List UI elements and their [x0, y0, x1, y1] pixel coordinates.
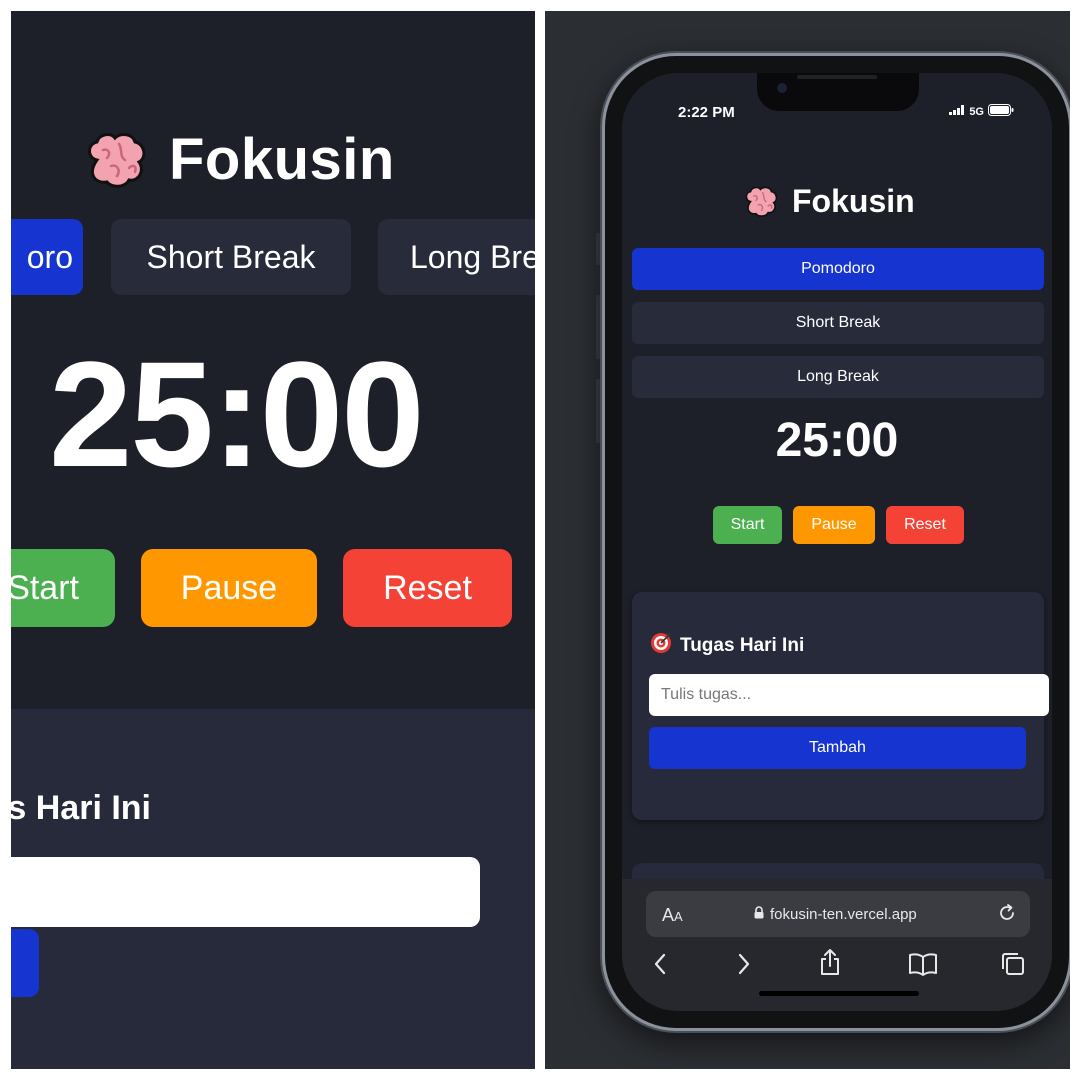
text-size-button[interactable]: AA — [662, 905, 683, 926]
phone-mockup-panel: 2:22 PM 5G Fokusin Pomodoro Short Break … — [545, 11, 1070, 1069]
url-text: fokusin-ten.vercel.app — [770, 906, 917, 923]
share-icon[interactable] — [818, 947, 842, 982]
timer-display: 25:00 — [775, 414, 899, 467]
tab-long-break-label: Long Bre — [410, 238, 535, 275]
address-bar[interactable]: AA fokusin-ten.vercel.app — [646, 891, 1030, 937]
reload-icon[interactable] — [996, 902, 1018, 929]
status-time: 2:22 PM — [678, 104, 735, 121]
task-input[interactable] — [11, 857, 480, 927]
status-bar: 2:22 PM 5G — [622, 73, 1052, 149]
task-title-clip: Tugas Hari Ini — [11, 789, 211, 833]
battery-icon — [988, 104, 1014, 119]
start-button[interactable]: Start — [713, 506, 782, 544]
phone-screen: 2:22 PM 5G Fokusin Pomodoro Short Break … — [622, 73, 1052, 1011]
url-display: fokusin-ten.vercel.app — [754, 906, 917, 923]
back-icon[interactable] — [652, 951, 668, 982]
speaker-grille — [797, 75, 877, 79]
phone-frame: 2:22 PM 5G Fokusin Pomodoro Short Break … — [602, 53, 1070, 1031]
start-button[interactable]: Start — [11, 549, 115, 627]
home-indicator — [759, 991, 919, 996]
status-icons: 5G — [949, 104, 1014, 119]
signal-icon — [949, 105, 965, 118]
brain-icon — [83, 130, 149, 188]
tabs-icon[interactable] — [1000, 951, 1026, 982]
zoomed-view: Fokusin oro Short Break Long Bre 25:00 S… — [11, 11, 535, 1069]
pause-button[interactable]: Pause — [141, 549, 317, 627]
add-task-button[interactable]: Tambah — [649, 727, 1026, 769]
tab-long-break[interactable]: Long Bre — [378, 219, 535, 295]
timer-display: 25:00 — [49, 330, 425, 498]
task-input[interactable] — [649, 674, 1049, 716]
tab-long-break[interactable]: Long Break — [632, 356, 1044, 398]
task-title: Tugas Hari Ini — [11, 789, 151, 827]
camera-icon — [777, 83, 787, 93]
add-task-button[interactable] — [11, 929, 39, 997]
app-title: Fokusin — [169, 126, 395, 192]
phone-notch — [757, 73, 919, 111]
tab-pomodoro[interactable]: Pomodoro — [632, 248, 1044, 290]
browser-nav-row — [622, 949, 1052, 987]
target-icon — [650, 632, 672, 659]
app-title: Fokusin — [792, 182, 915, 219]
app-header: Fokusin — [742, 183, 915, 219]
reset-button[interactable]: Reset — [886, 506, 964, 544]
brain-icon — [742, 185, 780, 217]
tab-short-break[interactable]: Short Break — [632, 302, 1044, 344]
task-title: Tugas Hari Ini — [680, 634, 805, 656]
reset-button[interactable]: Reset — [343, 549, 512, 627]
lock-icon — [754, 906, 764, 923]
bookmarks-icon[interactable] — [908, 951, 938, 982]
task-card: Tugas Hari Ini Tambah — [632, 592, 1049, 820]
network-label: 5G — [969, 105, 984, 118]
tab-pomodoro[interactable]: oro — [11, 219, 83, 295]
tab-short-break[interactable]: Short Break — [111, 219, 351, 295]
pause-button[interactable]: Pause — [793, 506, 875, 544]
task-card-header: Tugas Hari Ini — [650, 632, 804, 659]
app-header: Fokusin — [83, 119, 395, 199]
browser-toolbar: AA fokusin-ten.vercel.app — [622, 879, 1052, 1011]
forward-icon[interactable] — [736, 951, 752, 982]
